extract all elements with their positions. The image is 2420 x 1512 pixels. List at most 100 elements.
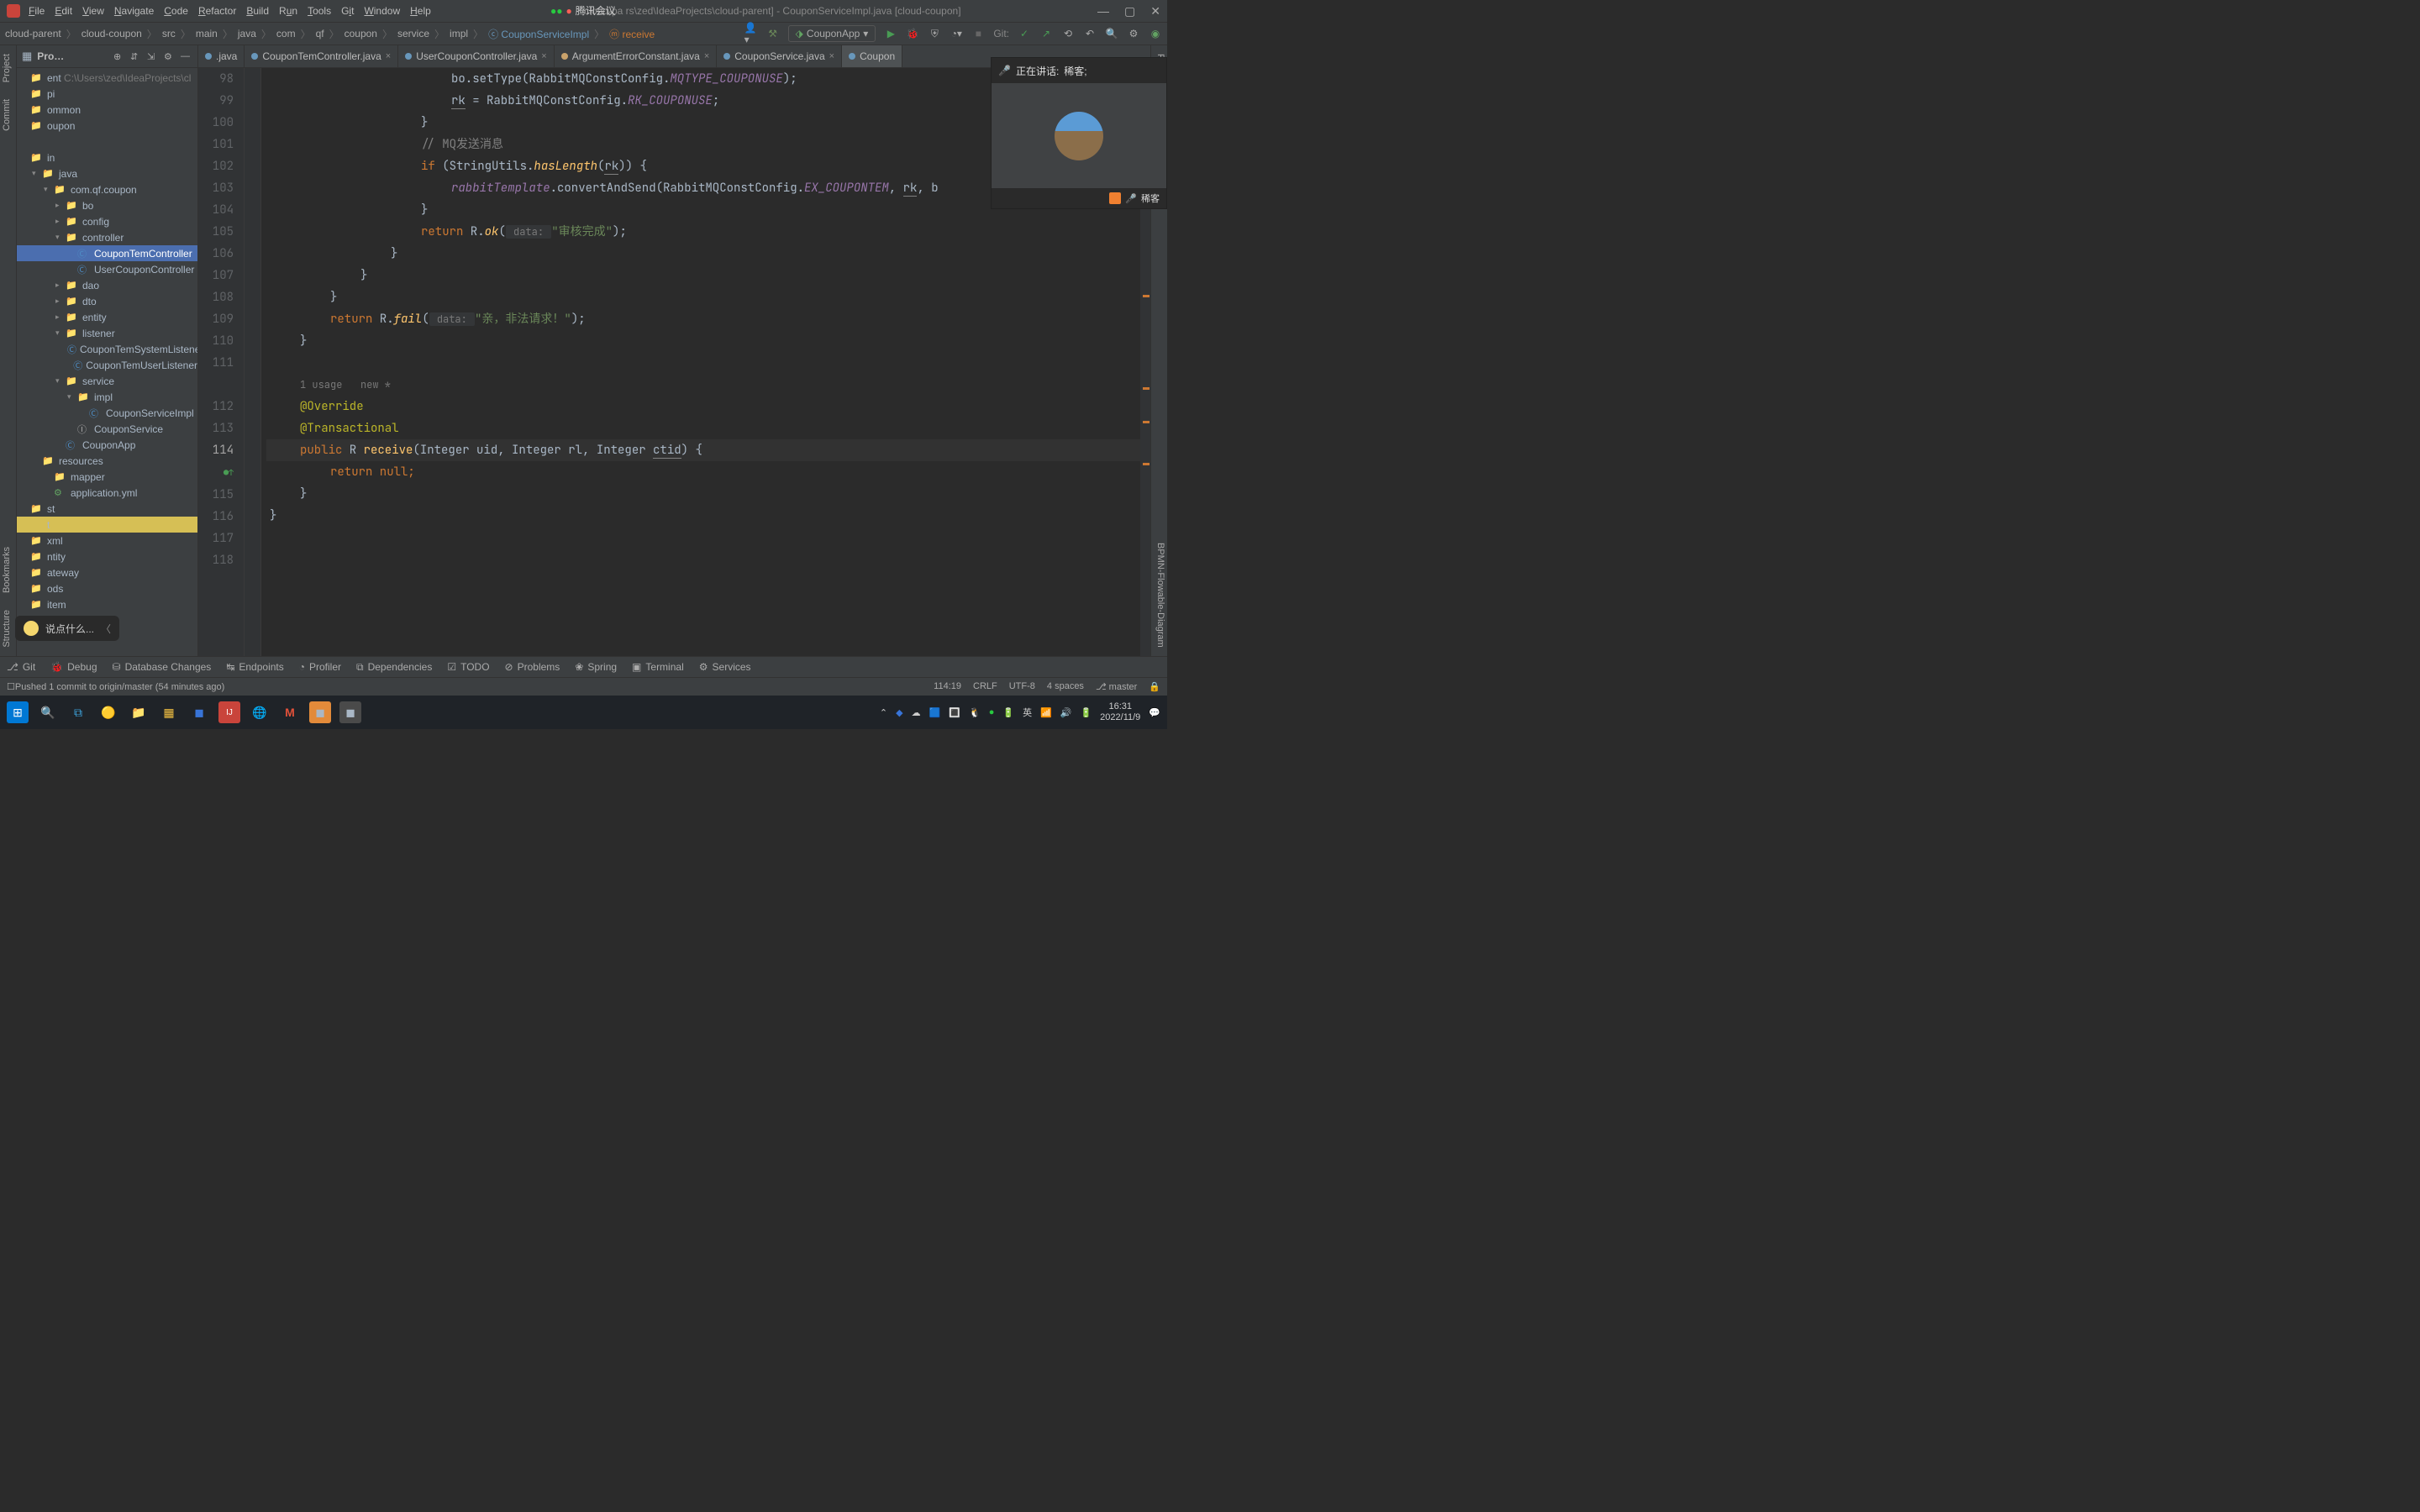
crumb-class[interactable]: ⓒ CouponServiceImpl: [488, 27, 589, 41]
notification-icon[interactable]: 💬: [1149, 707, 1160, 718]
app-icon-4[interactable]: M: [279, 701, 301, 723]
maximize-icon[interactable]: ▢: [1124, 4, 1135, 18]
crumb[interactable]: com: [276, 28, 296, 39]
clock[interactable]: 16:31 2022/11/9: [1100, 701, 1140, 723]
tree-row[interactable]: ⒸCouponApp: [17, 437, 197, 453]
stop-icon[interactable]: ■: [971, 27, 985, 40]
menu-file[interactable]: File: [29, 5, 45, 17]
tree-row[interactable]: ⒾCouponService: [17, 421, 197, 437]
app-icon-1[interactable]: ▦: [158, 701, 180, 723]
tree-row[interactable]: 📁mapper: [17, 469, 197, 485]
menu-edit[interactable]: Edit: [55, 5, 72, 17]
menu-git[interactable]: Git: [341, 5, 354, 17]
tray-icon[interactable]: 🐧: [969, 707, 981, 718]
tree-row[interactable]: 📁xml: [17, 533, 197, 549]
hide-icon[interactable]: —: [181, 51, 192, 61]
app-icon-3[interactable]: 🌐: [249, 701, 271, 723]
intellij-icon[interactable]: IJ: [218, 701, 240, 723]
tree-row[interactable]: ▾📁controller: [17, 229, 197, 245]
git-push-icon[interactable]: ↗: [1039, 27, 1053, 40]
chevron-left-icon[interactable]: 〈: [101, 622, 111, 636]
tree-row[interactable]: ▾📁java: [17, 165, 197, 181]
tree-row[interactable]: ▸📁entity: [17, 309, 197, 325]
git-check-icon[interactable]: ✓: [1018, 27, 1031, 40]
tree-row[interactable]: 📁ntity: [17, 549, 197, 564]
tree-row[interactable]: ▸📁dto: [17, 293, 197, 309]
crumb[interactable]: main: [196, 28, 218, 39]
editor-tab[interactable]: Coupon: [842, 45, 902, 67]
tab-close-icon[interactable]: ×: [829, 51, 834, 61]
tree-row[interactable]: ⒸUserCouponController: [17, 261, 197, 277]
tree-row[interactable]: t: [17, 517, 197, 533]
tool-db-changes[interactable]: ⛁ Database Changes: [113, 661, 212, 673]
tree-row[interactable]: 📁in: [17, 150, 197, 165]
vscode-icon[interactable]: ⧉: [67, 701, 89, 723]
cursor-position[interactable]: 114:19: [934, 681, 961, 692]
start-icon[interactable]: ⊞: [7, 701, 29, 723]
tray-icon[interactable]: ●: [989, 707, 995, 717]
tray-icon[interactable]: 🔋: [1002, 707, 1014, 718]
wifi-icon[interactable]: 📶: [1040, 707, 1052, 718]
menu-tools[interactable]: Tools: [308, 5, 331, 17]
collapse-icon[interactable]: ⇲: [147, 51, 159, 62]
build-icon[interactable]: ⚒: [766, 27, 780, 40]
tab-close-icon[interactable]: ×: [704, 51, 709, 61]
tree-row[interactable]: [17, 134, 197, 150]
search-icon[interactable]: 🔍: [1105, 27, 1118, 40]
tree-row[interactable]: ⒸCouponTemSystemListener: [17, 341, 197, 357]
app-icon-5[interactable]: ◼: [309, 701, 331, 723]
tool-git[interactable]: ⎇ Git: [7, 661, 35, 673]
indent-info[interactable]: 4 spaces: [1047, 681, 1084, 692]
app-icon-6[interactable]: ◼: [339, 701, 361, 723]
tool-dependencies[interactable]: ⧉ Dependencies: [356, 661, 432, 674]
profile-icon[interactable]: ◔▾: [950, 27, 963, 40]
debug-icon[interactable]: 🐞: [906, 27, 919, 40]
tree-row[interactable]: 📁st: [17, 501, 197, 517]
editor-tab[interactable]: CouponService.java×: [717, 45, 842, 67]
tree-row[interactable]: ▾📁com.qf.coupon: [17, 181, 197, 197]
tree-row[interactable]: ▸📁config: [17, 213, 197, 229]
git-branch[interactable]: ⎇ master: [1096, 681, 1137, 692]
tree-row[interactable]: ▸📁bo: [17, 197, 197, 213]
tray-chevron-icon[interactable]: ⌃: [880, 707, 887, 718]
line-gutter[interactable]: 9899100101102103104105106107108109110111…: [198, 68, 245, 656]
vtab-structure[interactable]: Structure: [0, 601, 16, 656]
tray-icon[interactable]: 🟦: [929, 707, 941, 718]
tree-row[interactable]: ⒸCouponServiceImpl: [17, 405, 197, 421]
tree-row[interactable]: 📁ods: [17, 580, 197, 596]
tray-icon[interactable]: ◆: [896, 707, 902, 718]
battery-icon[interactable]: 🔋: [1080, 707, 1092, 718]
menu-refactor[interactable]: Refactor: [198, 5, 236, 17]
menu-build[interactable]: Build: [246, 5, 269, 17]
tree-row[interactable]: 📁ent C:\Users\zed\IdeaProjects\cl: [17, 70, 197, 86]
menu-code[interactable]: Code: [164, 5, 188, 17]
editor-tab[interactable]: UserCouponController.java×: [398, 45, 555, 67]
project-dropdown-icon[interactable]: ▦: [22, 50, 32, 63]
ime-indicator[interactable]: 英: [1023, 706, 1032, 719]
tree-row[interactable]: ▾📁impl: [17, 389, 197, 405]
fold-gutter[interactable]: [245, 68, 261, 656]
chat-input-bubble[interactable]: 说点什么... 〈: [15, 616, 119, 641]
tree-row[interactable]: ⒸCouponTemUserListener: [17, 357, 197, 373]
line-separator[interactable]: CRLF: [973, 681, 997, 692]
close-icon[interactable]: ✕: [1150, 4, 1160, 18]
tree-row[interactable]: 📁oupon: [17, 118, 197, 134]
crumb[interactable]: impl: [450, 28, 468, 39]
tool-debug[interactable]: 🐞 Debug: [50, 661, 97, 673]
tree-row[interactable]: 📁item: [17, 596, 197, 612]
tree-row[interactable]: ⒸCouponTemController: [17, 245, 197, 261]
project-tree[interactable]: 📁ent C:\Users\zed\IdeaProjects\cl📁pi📁omm…: [17, 68, 197, 656]
run-config-selector[interactable]: ⬗ CouponApp ▾: [788, 25, 876, 42]
tool-profiler[interactable]: ◔ Profiler: [299, 661, 341, 673]
crumb[interactable]: java: [238, 28, 256, 39]
app-icon-2[interactable]: ◼: [188, 701, 210, 723]
git-history-icon[interactable]: ⟲: [1061, 27, 1075, 40]
tool-todo[interactable]: ☑ TODO: [447, 661, 489, 673]
menu-run[interactable]: Run: [279, 5, 297, 17]
tree-row[interactable]: ⚙application.yml: [17, 485, 197, 501]
crumb[interactable]: coupon: [345, 28, 377, 39]
tree-row[interactable]: ▾📁service: [17, 373, 197, 389]
expand-icon[interactable]: ⇵: [130, 51, 142, 62]
menu-navigate[interactable]: Navigate: [114, 5, 154, 17]
volume-icon[interactable]: 🔊: [1060, 707, 1072, 718]
